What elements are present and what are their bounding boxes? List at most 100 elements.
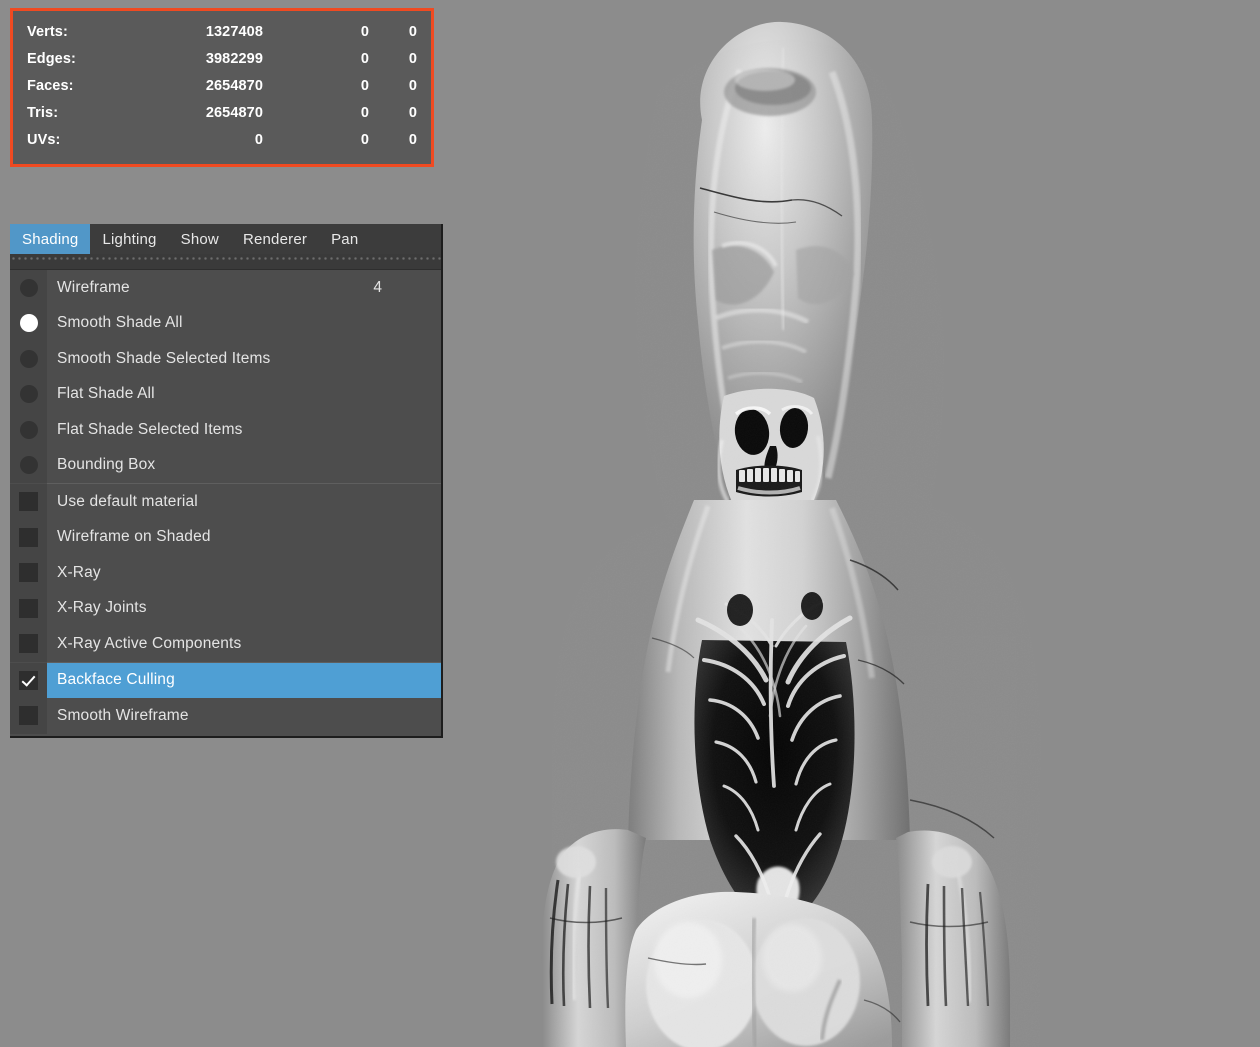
radio-unselected-icon[interactable]	[19, 278, 38, 297]
menu-item-x-ray[interactable]: X-Ray	[10, 555, 441, 591]
menu-tab-pan[interactable]: Pan	[319, 224, 370, 254]
hud-stat-c1: 2654870	[205, 105, 263, 121]
hud-stat-row: Tris: 2654870 0 0	[27, 100, 417, 127]
hud-stat-c3: 0	[408, 51, 417, 67]
menu-item-label: Wireframe	[57, 278, 130, 296]
checkbox-empty-icon[interactable]	[19, 527, 38, 547]
menu-item-body[interactable]: Use default material	[47, 484, 441, 520]
hud-stat-c2: 0	[360, 24, 369, 40]
menu-item-label: Bounding Box	[57, 456, 156, 474]
hud-stat-c1: 2654870	[205, 78, 263, 94]
radio-gutter[interactable]	[10, 341, 47, 377]
menu-item-label: X-Ray Active Components	[57, 634, 242, 652]
menu-item-wireframe-on-shaded[interactable]: Wireframe on Shaded	[10, 519, 441, 556]
hud-stat-row: UVs: 0 0 0	[27, 127, 417, 154]
menu-tab-renderer[interactable]: Renderer	[231, 224, 319, 254]
checkbox-gutter[interactable]	[10, 662, 47, 698]
hud-stat-c2: 0	[360, 78, 369, 94]
menu-tab-shading[interactable]: Shading	[10, 224, 91, 254]
menu-item-label: Backface Culling	[57, 671, 175, 689]
checkbox-empty-icon[interactable]	[19, 492, 38, 512]
menu-item-label: Smooth Shade All	[57, 314, 183, 332]
hud-stat-row: Verts: 1327408 0 0	[27, 19, 417, 46]
radio-gutter[interactable]	[10, 376, 47, 412]
menu-item-bounding-box[interactable]: Bounding Box	[10, 447, 441, 484]
menu-item-x-ray-joints[interactable]: X-Ray Joints	[10, 590, 441, 627]
hud-stat-c3: 0	[408, 105, 417, 121]
menu-item-body[interactable]: Smooth Shade All	[47, 306, 441, 342]
menu-item-body[interactable]: Bounding Box	[47, 448, 441, 484]
menu-item-flat-shade-all[interactable]: Flat Shade All	[10, 376, 441, 413]
menu-item-body[interactable]: X-Ray Joints	[47, 591, 441, 627]
menu-item-body[interactable]: Smooth Wireframe	[47, 698, 441, 734]
menu-item-body[interactable]: Flat Shade All	[47, 377, 441, 413]
checkbox-gutter[interactable]	[10, 626, 47, 662]
radio-unselected-icon[interactable]	[19, 349, 38, 368]
menu-item-smooth-shade-all[interactable]: Smooth Shade All	[10, 305, 441, 342]
hud-stat-c1: 0	[254, 132, 263, 148]
checkbox-gutter[interactable]	[10, 484, 47, 520]
checkmark-icon[interactable]	[19, 670, 38, 690]
menu-item-use-default-material[interactable]: Use default material	[10, 484, 441, 520]
tearoff-handle-icon[interactable]	[10, 254, 441, 270]
hud-stat-c2: 0	[360, 105, 369, 121]
menu-item-label: Smooth Wireframe	[57, 706, 189, 724]
radio-selected-icon[interactable]	[19, 314, 38, 333]
hud-stat-lbl: Verts:	[27, 24, 68, 40]
checkbox-empty-icon[interactable]	[19, 598, 38, 618]
menu-item-smooth-wireframe[interactable]: Smooth Wireframe	[10, 698, 441, 734]
hud-stat-c3: 0	[408, 24, 417, 40]
hud-stat-c2: 0	[360, 51, 369, 67]
menu-item-body[interactable]: X-Ray	[47, 555, 441, 591]
menu-item-smooth-shade-selected-items[interactable]: Smooth Shade Selected Items	[10, 341, 441, 377]
menu-item-hotkey: 4	[373, 278, 382, 296]
sculpted-creature-mesh	[541, 21, 1041, 1047]
hud-stat-lbl: Edges:	[27, 51, 76, 67]
checkbox-gutter[interactable]	[10, 555, 47, 591]
checkbox-empty-icon[interactable]	[19, 634, 38, 654]
radio-gutter[interactable]	[10, 305, 47, 341]
menu-tab-lighting[interactable]: Lighting	[90, 224, 168, 254]
menu-item-label: Smooth Shade Selected Items	[57, 349, 271, 367]
hud-stat-c1: 1327408	[205, 24, 263, 40]
menu-item-body[interactable]: Wireframe 4	[47, 270, 441, 306]
radio-unselected-icon[interactable]	[19, 420, 38, 439]
checkbox-gutter[interactable]	[10, 519, 47, 555]
checkbox-empty-icon[interactable]	[19, 563, 38, 583]
menu-item-body[interactable]: X-Ray Active Components	[47, 626, 441, 662]
hud-stat-c3: 0	[408, 132, 417, 148]
menu-item-label: Flat Shade All	[57, 385, 155, 403]
hud-stat-row: Edges: 3982299 0 0	[27, 46, 417, 73]
menu-item-backface-culling[interactable]: Backface Culling	[10, 662, 441, 698]
viewport-model	[440, 0, 1260, 1047]
hud-stat-c3: 0	[408, 78, 417, 94]
menu-item-label: Use default material	[57, 492, 198, 510]
menu-item-body[interactable]: Wireframe on Shaded	[47, 520, 441, 556]
hud-stat-c2: 0	[360, 132, 369, 148]
radio-gutter[interactable]	[10, 412, 47, 448]
menu-item-body[interactable]: Flat Shade Selected Items	[47, 412, 441, 448]
shading-menu-items[interactable]: Wireframe 4 Smooth Shade All Smooth Shade S…	[10, 270, 441, 736]
menu-tab-show[interactable]: Show	[169, 224, 231, 254]
menu-item-wireframe[interactable]: Wireframe 4	[10, 270, 441, 306]
radio-unselected-icon[interactable]	[19, 385, 38, 404]
poly-count-table: Verts: 1327408 0 0 Edges: 3982299 0 0 Faces: 2654…	[27, 19, 417, 154]
menu-item-body[interactable]: Smooth Shade Selected Items	[47, 341, 441, 377]
radio-unselected-icon[interactable]	[19, 456, 38, 475]
hud-stat-lbl: UVs:	[27, 132, 61, 148]
menu-item-label: X-Ray Joints	[57, 599, 147, 617]
menu-item-body[interactable]: Backface Culling	[47, 662, 441, 698]
checkbox-gutter[interactable]	[10, 590, 47, 626]
menu-item-label: X-Ray	[57, 563, 101, 581]
menu-item-label: Wireframe on Shaded	[57, 528, 211, 546]
radio-gutter[interactable]	[10, 447, 47, 483]
checkbox-gutter[interactable]	[10, 698, 47, 734]
shading-menu-panel[interactable]: Shading Lighting Show Renderer Pan Wireframe…	[10, 224, 443, 738]
hud-stat-c1: 3982299	[205, 51, 263, 67]
menu-item-x-ray-active-components[interactable]: X-Ray Active Components	[10, 626, 441, 662]
checkbox-empty-icon[interactable]	[19, 706, 38, 726]
heads-up-display-stats: Verts: 1327408 0 0 Edges: 3982299 0 0 Faces: 2654…	[10, 8, 434, 167]
viewport-menu-bar[interactable]: Shading Lighting Show Renderer Pan	[10, 224, 441, 254]
menu-item-flat-shade-selected-items[interactable]: Flat Shade Selected Items	[10, 412, 441, 448]
radio-gutter[interactable]	[10, 270, 47, 306]
